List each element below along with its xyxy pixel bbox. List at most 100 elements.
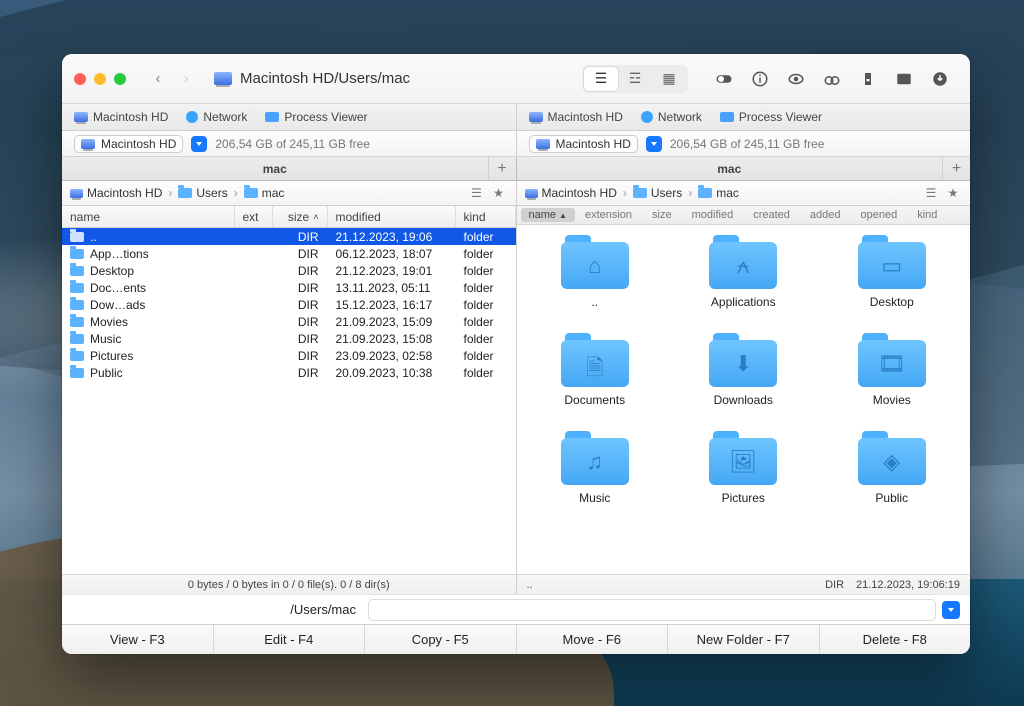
icon-header: name▲ extension size modified created ad…	[517, 206, 971, 225]
icon-cell[interactable]: 🗎Documents	[525, 333, 666, 407]
list-row[interactable]: Doc…entsDIR13.11.2023, 05:11folder	[62, 279, 516, 296]
view-button[interactable]: View - F3	[62, 625, 214, 654]
list-row[interactable]: App…tionsDIR06.12.2023, 18:07folder	[62, 245, 516, 262]
crumb-root-left[interactable]: Macintosh HD	[70, 186, 162, 200]
list-row[interactable]: Movies DIR21.09.2023, 15:09folder	[62, 313, 516, 330]
source-network-right[interactable]: Network	[641, 110, 702, 124]
row-modified: 21.09.2023, 15:09	[328, 315, 456, 329]
move-button[interactable]: Move - F6	[517, 625, 669, 654]
source-process-right[interactable]: Process Viewer	[720, 110, 822, 124]
row-kind: folder	[456, 315, 516, 329]
view-toggle-icon[interactable]: ☰	[922, 186, 940, 200]
header-kind[interactable]: kind	[456, 206, 516, 227]
icon-cell[interactable]: 🖼Pictures	[673, 431, 814, 505]
icon-label: Public	[875, 491, 908, 505]
list-header: name ext size˄ modified kind	[62, 206, 516, 228]
header-size[interactable]: size˄	[273, 206, 328, 227]
view-grid-button[interactable]: ▦	[652, 67, 686, 91]
path-history-button[interactable]	[942, 601, 960, 619]
edit-button[interactable]: Edit - F4	[214, 625, 366, 654]
list-row[interactable]: DesktopDIR21.12.2023, 19:01folder	[62, 262, 516, 279]
row-size: DIR	[273, 315, 328, 329]
icon-cell[interactable]: ♫Music	[525, 431, 666, 505]
volume-dropdown-left[interactable]	[191, 136, 207, 152]
list-body[interactable]: ..DIR21.12.2023, 19:06folderApp…tionsDIR…	[62, 228, 516, 574]
disk-icon	[214, 72, 232, 85]
row-name: Movies	[90, 315, 128, 329]
icon-cell[interactable]: ⌂..	[525, 235, 666, 309]
icon-cell[interactable]: 🎞Movies	[822, 333, 963, 407]
header-ext[interactable]: ext	[235, 206, 273, 227]
list-row[interactable]: PublicDIR20.09.2023, 10:38folder	[62, 364, 516, 381]
volume-selector-left[interactable]: Macintosh HD	[74, 135, 183, 153]
info-icon[interactable]	[742, 65, 778, 93]
archive-icon[interactable]	[850, 65, 886, 93]
icon-cell[interactable]: ◈Public	[822, 431, 963, 505]
copy-button[interactable]: Copy - F5	[365, 625, 517, 654]
list-row[interactable]: PicturesDIR23.09.2023, 02:58folder	[62, 347, 516, 364]
folder-icon: ⌂	[561, 235, 629, 289]
row-name: Music	[90, 332, 121, 346]
add-tab-left[interactable]: +	[488, 157, 516, 180]
nav-forward-button[interactable]: ›	[172, 66, 200, 92]
list-row[interactable]: MusicDIR21.09.2023, 15:08folder	[62, 330, 516, 347]
icon-cell[interactable]: ⍲Applications	[673, 235, 814, 309]
favorite-icon[interactable]: ★	[490, 186, 508, 200]
folder-tab-right[interactable]: mac	[517, 157, 943, 180]
zoom-button[interactable]	[114, 73, 126, 85]
binoculars-icon[interactable]	[814, 65, 850, 93]
header-extension-right[interactable]: extension	[575, 209, 642, 221]
status-row: 0 bytes / 0 bytes in 0 / 0 file(s). 0 / …	[62, 574, 970, 594]
header-name-right[interactable]: name▲	[521, 208, 575, 222]
download-icon[interactable]	[922, 65, 958, 93]
source-disk-right[interactable]: Macintosh HD	[529, 110, 623, 124]
toggle-switch-icon[interactable]	[706, 65, 742, 93]
add-tab-right[interactable]: +	[942, 157, 970, 180]
terminal-icon[interactable]	[886, 65, 922, 93]
nav-back-button[interactable]: ‹	[144, 66, 172, 92]
source-disk-left[interactable]: Macintosh HD	[74, 110, 168, 124]
list-row[interactable]: ..DIR21.12.2023, 19:06folder	[62, 228, 516, 245]
folder-tab-left[interactable]: mac	[62, 157, 488, 180]
new-folder-button[interactable]: New Folder - F7	[668, 625, 820, 654]
header-added-right[interactable]: added	[800, 209, 851, 221]
folder-icon	[70, 300, 84, 310]
row-kind: folder	[456, 298, 516, 312]
row-size: DIR	[273, 298, 328, 312]
crumb-users-right[interactable]: Users	[633, 186, 682, 200]
view-mode-segment: ☰ ☲ ▦	[582, 65, 688, 93]
favorite-icon[interactable]: ★	[944, 186, 962, 200]
crumb-mac-right[interactable]: mac	[698, 186, 739, 200]
view-toggle-icon[interactable]: ☰	[468, 186, 486, 200]
status-right-dir: DIR	[825, 579, 844, 591]
header-modified-right[interactable]: modified	[682, 209, 744, 221]
source-network-left[interactable]: Network	[186, 110, 247, 124]
folder-icon: 🖼	[709, 431, 777, 485]
status-right-time: 21.12.2023, 19:06:19	[856, 579, 960, 591]
close-button[interactable]	[74, 73, 86, 85]
crumb-users-left[interactable]: Users	[178, 186, 227, 200]
volume-selector-right[interactable]: Macintosh HD	[529, 135, 638, 153]
bottom-button-row: View - F3 Edit - F4 Copy - F5 Move - F6 …	[62, 624, 970, 654]
header-kind-right[interactable]: kind	[907, 209, 947, 221]
quicklook-icon[interactable]	[778, 65, 814, 93]
header-modified[interactable]: modified	[328, 206, 456, 227]
crumb-mac-left[interactable]: mac	[244, 186, 285, 200]
view-list-button[interactable]: ☰	[584, 67, 618, 91]
icon-cell[interactable]: ⬇Downloads	[673, 333, 814, 407]
header-created-right[interactable]: created	[743, 209, 800, 221]
list-row[interactable]: Dow…adsDIR15.12.2023, 16:17folder	[62, 296, 516, 313]
path-input[interactable]	[368, 599, 936, 621]
volume-dropdown-right[interactable]	[646, 136, 662, 152]
view-columns-button[interactable]: ☲	[618, 67, 652, 91]
crumb-root-right[interactable]: Macintosh HD	[525, 186, 617, 200]
delete-button[interactable]: Delete - F8	[820, 625, 971, 654]
icon-cell[interactable]: ▭Desktop	[822, 235, 963, 309]
header-name[interactable]: name	[62, 206, 235, 227]
minimize-button[interactable]	[94, 73, 106, 85]
source-process-left[interactable]: Process Viewer	[265, 110, 367, 124]
row-modified: 21.09.2023, 15:08	[328, 332, 456, 346]
header-size-right[interactable]: size	[642, 209, 682, 221]
header-opened-right[interactable]: opened	[850, 209, 907, 221]
icon-body[interactable]: ⌂..⍲Applications▭Desktop 🗎Documents⬇Downl…	[517, 225, 971, 574]
